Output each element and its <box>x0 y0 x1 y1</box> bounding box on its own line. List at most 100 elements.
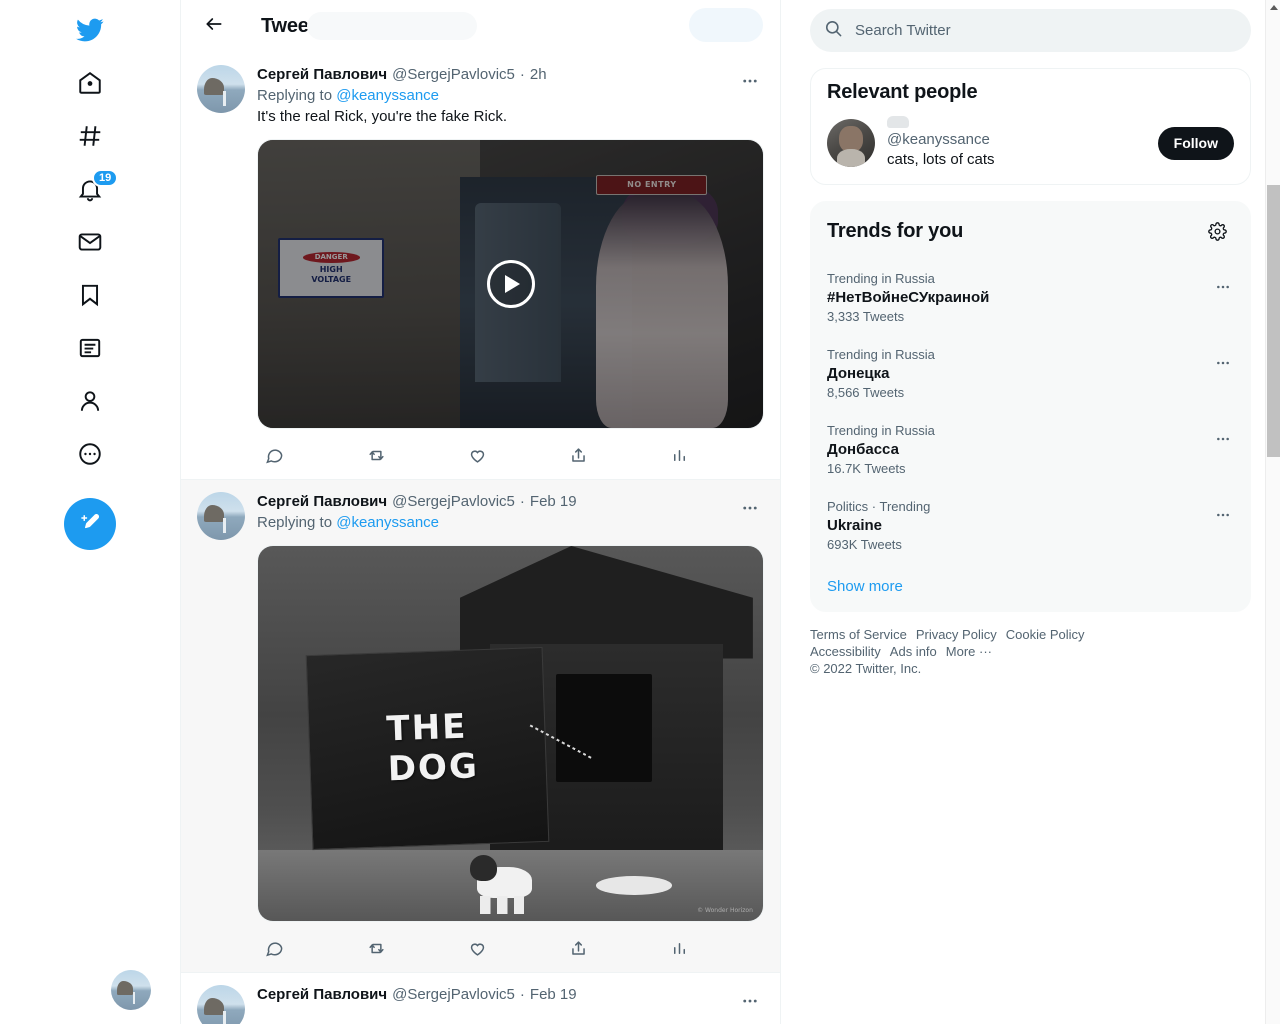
analytics-action[interactable] <box>663 931 764 965</box>
the-dog-sign: THE DOG <box>305 646 550 851</box>
tweet-more-button[interactable] <box>734 65 766 97</box>
ads-info-link[interactable]: Ads info <box>890 643 937 660</box>
sidebar-item-home[interactable] <box>65 60 115 110</box>
tweet-timestamp[interactable]: 2h <box>530 65 547 85</box>
show-more-link[interactable]: Show more <box>811 564 1250 611</box>
trend-item[interactable]: Politics · Trending Ukraine 693K Tweets <box>811 488 1250 564</box>
tweet-header: Сергей Павлович @SergejPavlovic5 · 2h <box>257 65 764 85</box>
scrollbar-thumb[interactable] <box>1267 185 1280 457</box>
video-play-button[interactable] <box>486 260 535 308</box>
reply-action[interactable] <box>257 438 359 472</box>
header-button-placeholder <box>689 8 763 42</box>
tweet-actions <box>257 924 764 972</box>
trend-category: Politics · Trending <box>827 499 931 514</box>
replying-to-handle[interactable]: @keanyssance <box>336 87 439 104</box>
relevant-person-row[interactable]: @keanyssance cats, lots of cats Follow <box>811 116 1250 184</box>
sidebar-item-more[interactable] <box>65 431 115 481</box>
tweet-author-avatar[interactable] <box>197 985 245 1024</box>
cookie-policy-link[interactable]: Cookie Policy <box>1006 626 1085 643</box>
tweet-author-avatar[interactable] <box>197 65 245 113</box>
like-action[interactable] <box>460 931 561 965</box>
search-bar[interactable] <box>810 9 1251 52</box>
sidebar-item-lists[interactable] <box>65 325 115 375</box>
reply-action[interactable] <box>257 931 359 965</box>
author-name[interactable]: Сергей Павлович <box>257 492 387 512</box>
tweet-more-button[interactable] <box>734 492 766 524</box>
sidebar-item-profile[interactable] <box>65 378 115 428</box>
share-action[interactable] <box>562 438 663 472</box>
author-name[interactable]: Сергей Павлович <box>257 985 387 1005</box>
sea-landscape-avatar <box>197 985 245 1024</box>
heart-icon <box>460 438 494 472</box>
tweet-timestamp[interactable]: Feb 19 <box>530 985 577 1005</box>
tweet-timestamp[interactable]: Feb 19 <box>530 492 577 512</box>
header-loading-placeholder <box>307 12 477 40</box>
retweet-icon <box>359 931 393 965</box>
tweet-video-media[interactable]: NO ENTRY DANGER HIGH VOLTAGE <box>257 139 764 429</box>
reply-icon <box>257 438 291 472</box>
tweet-item[interactable]: Сергей Павлович @SergejPavlovic5 · Feb 1… <box>181 973 780 1024</box>
account-avatar[interactable] <box>111 970 151 1010</box>
trend-name: Донецка <box>827 365 890 382</box>
tweet-photo-media[interactable]: THE DOG © Wonder Horizon <box>257 545 764 922</box>
trend-name: #НетВойнеСУкраиной <box>827 289 990 306</box>
accessibility-link[interactable]: Accessibility <box>810 643 881 660</box>
cloud-placeholder-icon <box>887 116 909 128</box>
share-action[interactable] <box>562 931 663 965</box>
twitter-logo-button[interactable] <box>65 7 115 57</box>
back-button[interactable] <box>197 10 231 44</box>
analytics-action[interactable] <box>663 438 764 472</box>
scroll-up-arrow-icon[interactable] <box>1266 0 1280 15</box>
sign-word-the: THE <box>385 707 468 750</box>
footer-row-3: © 2022 Twitter, Inc. <box>810 660 1235 677</box>
trend-more-button[interactable] <box>1208 272 1238 302</box>
dog-photo: THE DOG © Wonder Horizon <box>258 546 763 921</box>
twitter-app: 19 Tweet Сергей Павлович @SergejPavlovic… <box>0 0 1280 1024</box>
gear-icon[interactable] <box>1200 214 1234 248</box>
sea-landscape-avatar <box>197 492 245 540</box>
sidebar-item-explore[interactable] <box>65 113 115 163</box>
keanu-avatar <box>827 119 875 167</box>
person-avatar[interactable] <box>827 119 875 167</box>
follow-button[interactable]: Follow <box>1157 126 1234 160</box>
author-handle: @SergejPavlovic5 <box>392 493 515 510</box>
trends-header: Trends for you <box>811 202 1250 260</box>
tweet-more-button[interactable] <box>734 985 766 1017</box>
trend-item[interactable]: Trending in Russia #НетВойнеСУкраиной 3,… <box>811 260 1250 336</box>
list-icon <box>77 335 103 366</box>
retweet-icon <box>359 438 393 472</box>
trend-more-button[interactable] <box>1208 424 1238 454</box>
author-name[interactable]: Сергей Павлович <box>257 65 387 85</box>
like-action[interactable] <box>460 438 561 472</box>
trend-more-button[interactable] <box>1208 500 1238 530</box>
copyright-text: © 2022 Twitter, Inc. <box>810 661 922 676</box>
analytics-bars-icon <box>663 931 697 965</box>
tweet-actions <box>257 431 764 479</box>
replying-to-handle[interactable]: @keanyssance <box>336 514 439 531</box>
sidebar-item-notifications[interactable]: 19 <box>65 166 119 216</box>
person-bio: cats, lots of cats <box>887 151 995 168</box>
retweet-action[interactable] <box>359 931 460 965</box>
search-input[interactable] <box>855 22 1237 39</box>
tweet-item[interactable]: Сергей Павлович @SergejPavlovic5 · 2h Re… <box>181 53 780 480</box>
terms-of-service-link[interactable]: Terms of Service <box>810 626 907 643</box>
more-link[interactable]: More ··· <box>946 643 992 660</box>
trend-item[interactable]: Trending in Russia Донбасса 16.7K Tweets <box>811 412 1250 488</box>
relevant-people-card: Relevant people @keanyssance cats, lots … <box>810 68 1251 185</box>
reply-icon <box>257 931 291 965</box>
sign-word-dog: DOG <box>386 745 480 789</box>
privacy-policy-link[interactable]: Privacy Policy <box>916 626 997 643</box>
replying-label: Replying to <box>257 514 333 531</box>
footer-row-2: Accessibility Ads info More ··· <box>810 643 1235 660</box>
tweet-item[interactable]: Сергей Павлович @SergejPavlovic5 · Feb 1… <box>181 480 780 973</box>
trend-name: Ukraine <box>827 517 883 534</box>
sidebar-item-messages[interactable] <box>65 219 115 269</box>
sidebar-item-bookmarks[interactable] <box>65 272 115 322</box>
retweet-action[interactable] <box>359 438 460 472</box>
compose-tweet-button[interactable] <box>64 498 116 550</box>
trend-count: 693K Tweets <box>827 537 902 552</box>
tweet-author-avatar[interactable] <box>197 492 245 540</box>
trend-more-button[interactable] <box>1208 348 1238 378</box>
browser-scrollbar[interactable] <box>1265 0 1280 1024</box>
trend-item[interactable]: Trending in Russia Донецка 8,566 Tweets <box>811 336 1250 412</box>
